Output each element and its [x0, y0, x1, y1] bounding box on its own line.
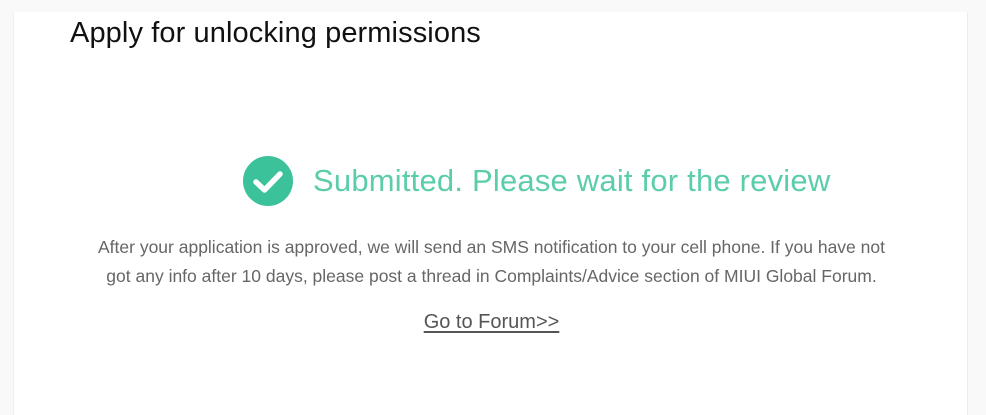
notice-line-2: got any info after 10 days, please post … [106, 266, 877, 286]
check-circle-icon [243, 156, 293, 206]
go-to-forum-link[interactable]: Go to Forum>> [424, 311, 560, 333]
status-text: Submitted. Please wait for the review [313, 163, 831, 198]
go-to-forum-link-row: Go to Forum>> [14, 311, 969, 334]
content-card: Apply for unlocking permissions Submitte… [13, 12, 968, 415]
status-message: Submitted. Please wait for the review [243, 156, 830, 206]
notice-text: After your application is approved, we w… [14, 233, 969, 291]
notice-line-1: After your application is approved, we w… [98, 237, 885, 257]
page-title: Apply for unlocking permissions [70, 17, 481, 49]
